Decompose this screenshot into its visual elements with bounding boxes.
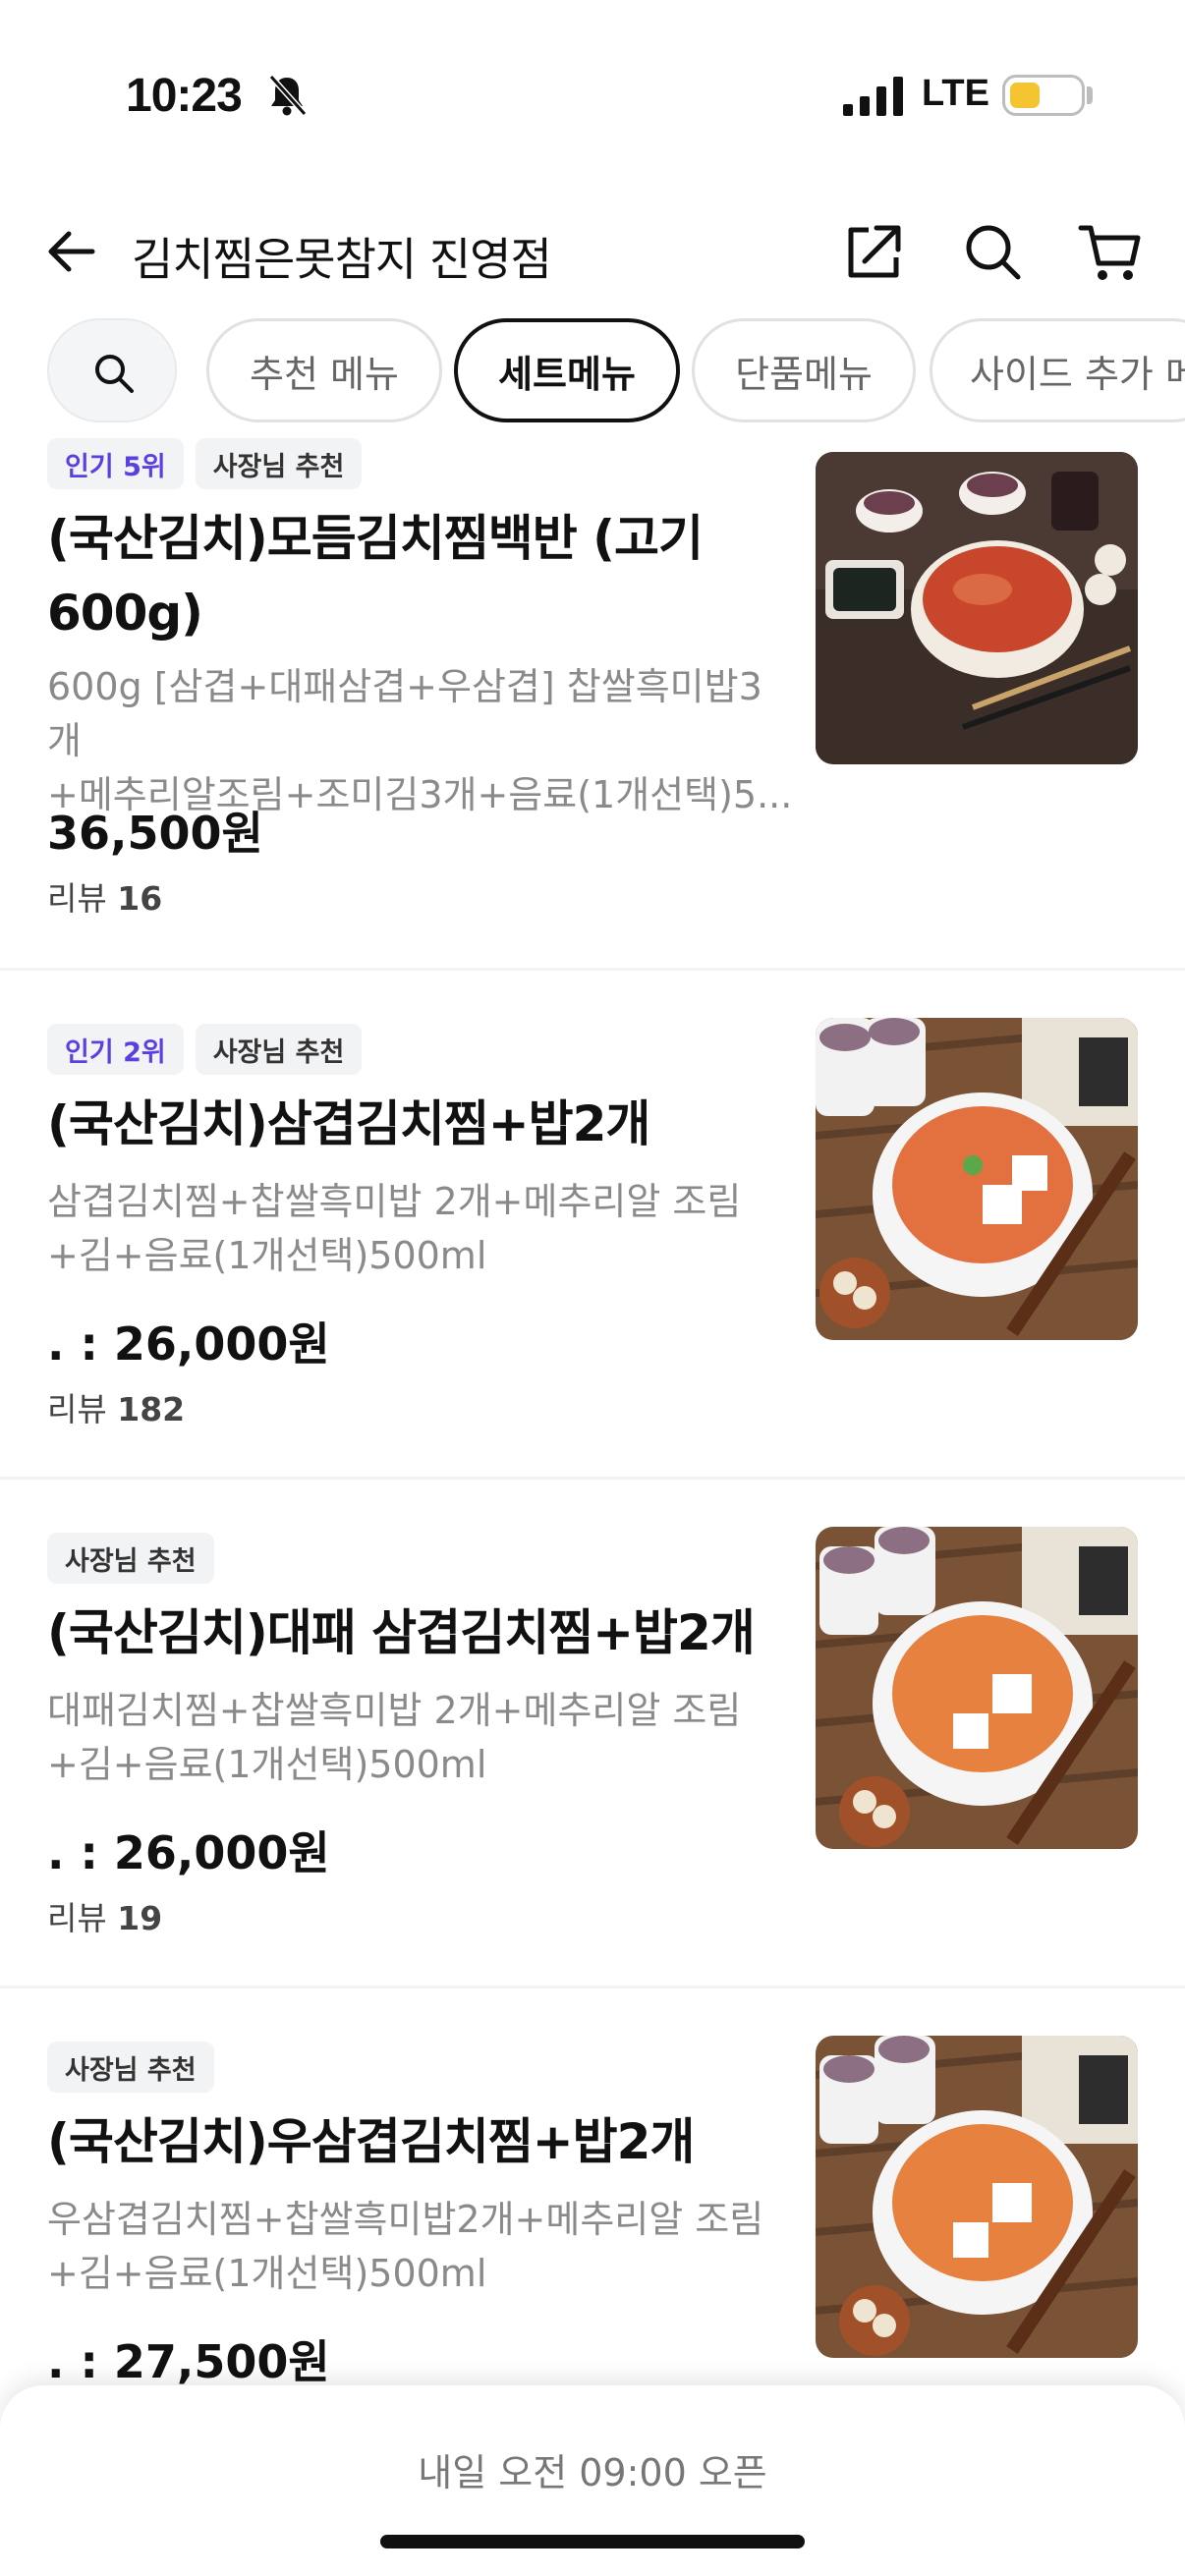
battery-icon bbox=[1002, 75, 1085, 116]
menu-desc-line: 600g [삼겹+대패삼겹+우삼겹] 찹쌀흑미밥3개 bbox=[47, 665, 762, 762]
back-arrow-icon[interactable] bbox=[43, 222, 102, 281]
search-icon[interactable] bbox=[957, 216, 1028, 287]
menu-price: . : 27,500원 bbox=[47, 2335, 330, 2388]
badge-group: 사장님 추천 bbox=[47, 2042, 214, 2093]
menu-name: (국산김치)대패 삼겹김치찜+밥2개 bbox=[47, 1604, 756, 1661]
review-number: 16 bbox=[117, 879, 163, 918]
menu-desc-line: 삼겹김치찜+찹쌀흑미밥 2개+메추리알 조림 bbox=[47, 1180, 742, 1223]
owner-pick-badge: 사장님 추천 bbox=[195, 1024, 363, 1075]
menu-item[interactable]: 인기 5위 사장님 추천 (국산김치)모듬김치찜백반 (고기 600g) 600… bbox=[0, 438, 1185, 971]
tab-recommended[interactable]: 추천 메뉴 bbox=[206, 318, 442, 422]
menu-name: (국산김치)삼겹김치찜+밥2개 bbox=[47, 1095, 650, 1152]
menu-desc-line: +김+음료(1개선택)500ml bbox=[47, 1234, 487, 1277]
menu-item[interactable]: 인기 2위 사장님 추천 (국산김치)삼겹김치찜+밥2개 삼겹김치찜+찹쌀흑미밥… bbox=[0, 971, 1185, 1480]
menu-desc-line: +김+음료(1개선택)500ml bbox=[47, 2252, 487, 2295]
network-type: LTE bbox=[922, 73, 989, 114]
search-icon bbox=[95, 355, 134, 393]
menu-photo bbox=[816, 452, 1138, 764]
menu-photo bbox=[816, 2036, 1138, 2358]
review-label: 리뷰 bbox=[47, 879, 107, 918]
review-count: 리뷰 16 bbox=[47, 872, 162, 920]
share-icon[interactable] bbox=[839, 216, 910, 287]
popularity-badge: 인기 5위 bbox=[47, 438, 184, 489]
signal-icon bbox=[843, 77, 903, 116]
owner-pick-badge: 사장님 추천 bbox=[47, 1533, 214, 1584]
cart-icon[interactable] bbox=[1075, 216, 1146, 287]
review-label: 리뷰 bbox=[47, 1390, 107, 1428]
owner-pick-badge: 사장님 추천 bbox=[195, 438, 363, 489]
review-number: 19 bbox=[117, 1899, 163, 1937]
tab-side-menu[interactable]: 사이드 추가 메뉴 bbox=[930, 318, 1185, 422]
owner-pick-badge: 사장님 추천 bbox=[47, 2042, 214, 2093]
store-title: 김치찜은못참지 진영점 bbox=[132, 233, 552, 286]
popularity-badge: 인기 2위 bbox=[47, 1024, 184, 1075]
battery-cap bbox=[1087, 86, 1093, 104]
menu-description: 대패김치찜+찹쌀흑미밥 2개+메추리알 조림 +김+음료(1개선택)500ml bbox=[47, 1684, 794, 1792]
status-time: 10:23 bbox=[126, 70, 243, 122]
status-bar: 10:23 LTE bbox=[0, 0, 1185, 187]
menu-desc-line: +김+음료(1개선택)500ml bbox=[47, 1743, 487, 1786]
menu-desc-line: 우삼겹김치찜+찹쌀흑미밥2개+메추리알 조림 bbox=[47, 2198, 764, 2241]
review-count: 리뷰 19 bbox=[47, 1892, 162, 1939]
menu-price: 36,500원 bbox=[47, 807, 263, 860]
category-tabs: 추천 메뉴 세트메뉴 단품메뉴 사이드 추가 메뉴 bbox=[0, 314, 1185, 428]
menu-name: (국산김치)모듬김치찜백반 (고기 600g) bbox=[47, 501, 794, 650]
menu-price: . : 26,000원 bbox=[47, 1826, 330, 1879]
badge-group: 인기 2위 사장님 추천 bbox=[47, 1024, 363, 1075]
review-number: 182 bbox=[117, 1390, 186, 1428]
menu-desc-line: 대패김치찜+찹쌀흑미밥 2개+메추리알 조림 bbox=[47, 1689, 742, 1732]
opening-notice: 내일 오전 09:00 오픈 bbox=[418, 2451, 767, 2494]
menu-description: 우삼겹김치찜+찹쌀흑미밥2개+메추리알 조림 +김+음료(1개선택)500ml bbox=[47, 2193, 794, 2301]
menu-photo bbox=[816, 1018, 1138, 1340]
menu-description: 삼겹김치찜+찹쌀흑미밥 2개+메추리알 조림 +김+음료(1개선택)500ml bbox=[47, 1175, 794, 1283]
home-indicator[interactable] bbox=[380, 2535, 805, 2548]
menu-name-line: (국산김치)모듬김치찜백반 (고기 bbox=[47, 510, 704, 567]
tab-single-menu[interactable]: 단품메뉴 bbox=[692, 318, 916, 422]
menu-price: . : 26,000원 bbox=[47, 1317, 330, 1371]
review-label: 리뷰 bbox=[47, 1899, 107, 1937]
menu-name: (국산김치)우삼겹김치찜+밥2개 bbox=[47, 2113, 695, 2170]
bell-muted-icon bbox=[268, 74, 308, 117]
badge-group: 사장님 추천 bbox=[47, 1533, 214, 1584]
menu-item[interactable]: 사장님 추천 (국산김치)대패 삼겹김치찜+밥2개 대패김치찜+찹쌀흑미밥 2개… bbox=[0, 1480, 1185, 1988]
app-header: 김치찜은못참지 진영점 bbox=[0, 187, 1185, 314]
tab-set-menu[interactable]: 세트메뉴 bbox=[454, 318, 680, 422]
review-count: 리뷰 182 bbox=[47, 1383, 185, 1430]
menu-name-line: 600g) bbox=[47, 585, 203, 642]
badge-group: 인기 5위 사장님 추천 bbox=[47, 438, 363, 489]
menu-search-button[interactable] bbox=[47, 318, 177, 422]
menu-photo bbox=[816, 1527, 1138, 1849]
